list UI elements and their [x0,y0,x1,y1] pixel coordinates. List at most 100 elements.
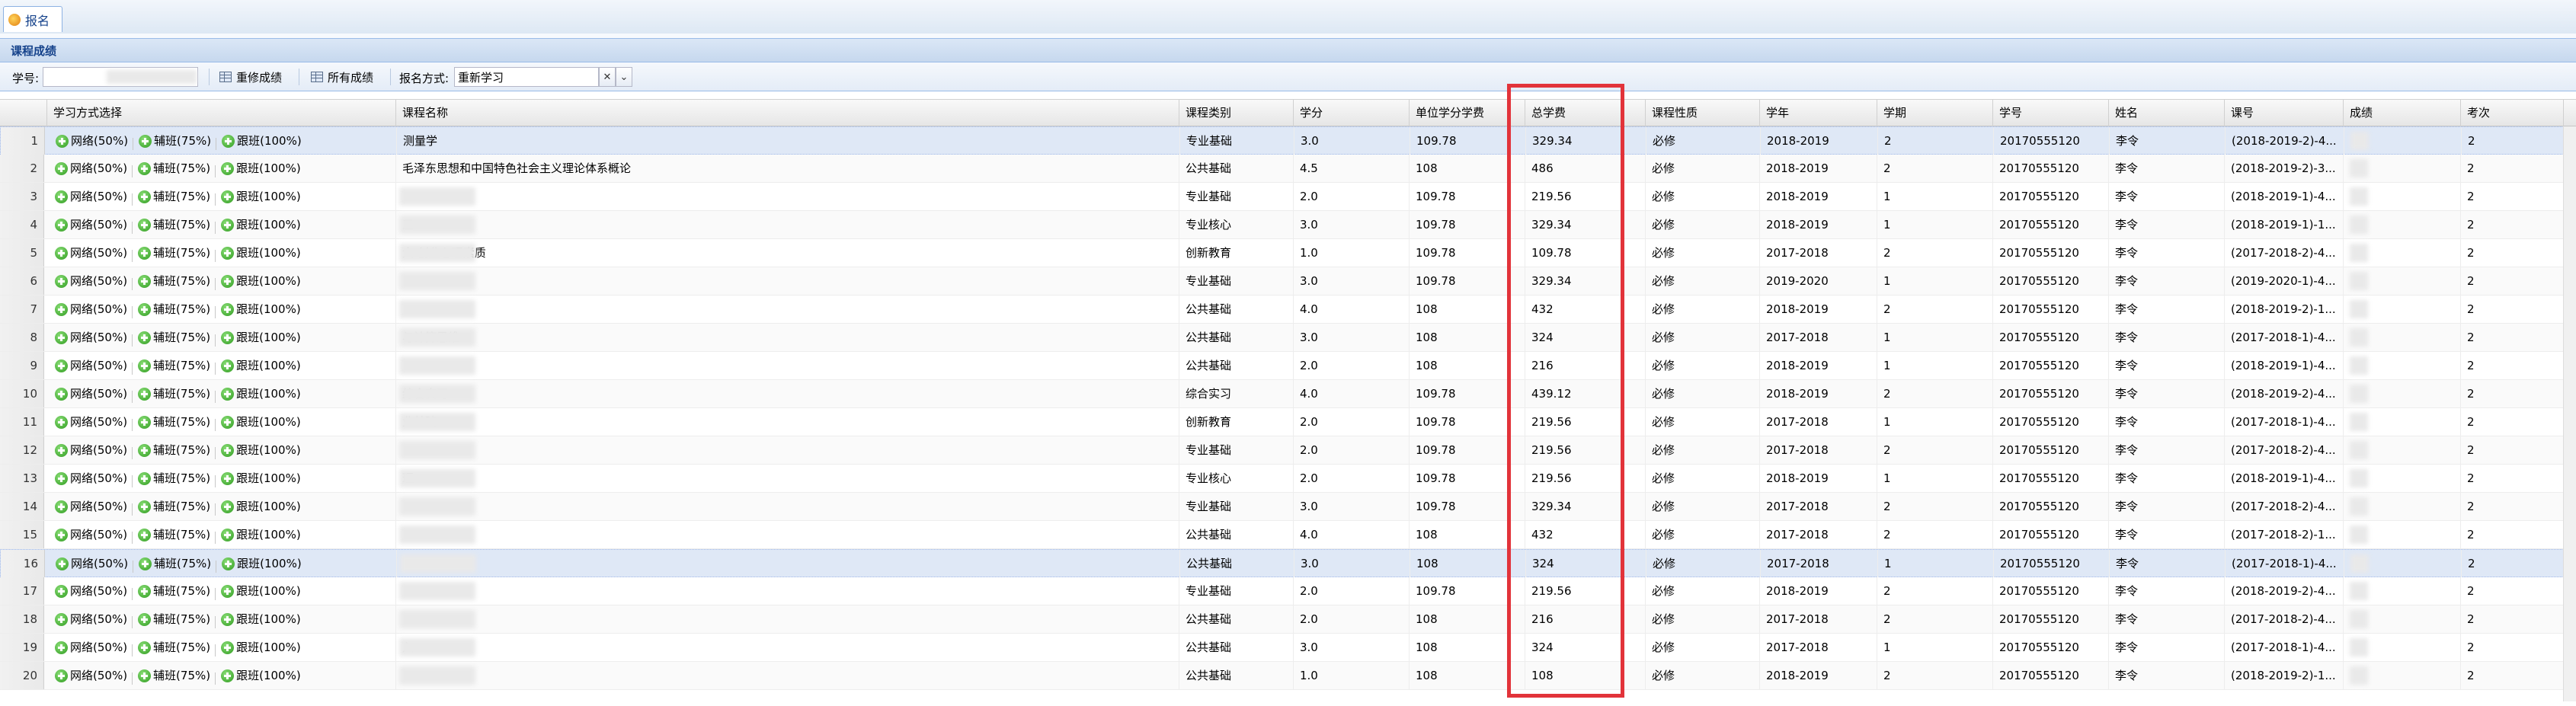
header-course-name[interactable]: 课程名称 [396,100,1179,126]
tutoring-75-button[interactable]: 辅班(75%) [138,324,210,351]
header-student-id[interactable]: 学号 [1993,100,2109,126]
tutoring-75-button[interactable]: 辅班(75%) [138,295,210,323]
table-row[interactable]: 13网络(50%)辅班(75%)跟班(100%) 理专业核心2.0109.782… [0,465,2576,493]
table-row[interactable]: 17 网络(50%) 辅班(75%) 跟班(100%) 专业基础 2.0 109.78 219… [0,577,2576,605]
online-50-button[interactable]: 网络(50%) [55,493,127,520]
full-class-100-button[interactable]: 跟班(100%) [221,211,301,238]
table-row[interactable]: 10网络(50%)辅班(75%)跟班(100%) 综合实习综合实习4.0109.… [0,380,2576,408]
full-class-100-button[interactable]: 跟班(100%) [221,634,301,661]
header-total-fee[interactable]: 总学费 [1525,100,1646,126]
online-50-button[interactable]: 网络(50%) [56,127,128,155]
tutoring-75-button[interactable]: 辅班(75%) [138,634,210,661]
tutoring-75-button[interactable]: 辅班(75%) [138,662,210,689]
full-class-100-button[interactable]: 跟班(100%) [221,521,301,548]
table-row[interactable]: 19 网络(50%) 辅班(75%) 跟班(100%) 入公共基础3.0108324必… [0,634,2576,662]
online-50-button[interactable]: 网络(50%) [55,352,127,379]
tutoring-75-button[interactable]: 辅班(75%) [138,380,210,407]
online-50-button[interactable]: 网络(50%) [55,155,127,182]
online-50-button[interactable]: 网络(50%) [55,267,127,295]
online-50-button[interactable]: 网络(50%) [55,295,127,323]
online-50-button[interactable]: 网络(50%) [55,239,127,267]
table-row[interactable]: 15 网络(50%) 辅班(75%) 跟班(100%) 公共基础 4.0 108 432 必修 2… [0,521,2576,549]
table-row[interactable]: 5网络(50%)辅班(75%)跟班(100%)大 创业心理素质创新教育1.010… [0,239,2576,267]
tutoring-75-button[interactable]: 辅班(75%) [138,155,210,182]
online-50-button[interactable]: 网络(50%) [55,605,127,633]
table-row[interactable]: 9 网络(50%) 辅班(75%) 跟班(100%) 公共基础 2.0 108 216 必修 20… [0,352,2576,380]
tutoring-75-button[interactable]: 辅班(75%) [138,183,210,210]
tutoring-75-button[interactable]: 辅班(75%) [138,267,210,295]
tutoring-75-button[interactable]: 辅班(75%) [139,550,211,577]
full-class-100-button[interactable]: 跟班(100%) [221,267,301,295]
table-row[interactable]: 11 网络(50%) 辅班(75%) 跟班(100%) 业基础创新教育2.0109.7… [0,408,2576,436]
full-class-100-button[interactable]: 跟班(100%) [221,183,301,210]
online-50-button[interactable]: 网络(50%) [55,521,127,548]
tutoring-75-button[interactable]: 辅班(75%) [138,436,210,464]
online-50-button[interactable]: 网络(50%) [55,408,127,436]
full-class-100-button[interactable]: 跟班(100%) [221,295,301,323]
full-class-100-button[interactable]: 跟班(100%) [221,605,301,633]
header-credit[interactable]: 学分 [1294,100,1410,126]
table-row[interactable]: 8 网络(50%) 辅班(75%) 跟班(100%) 与计算思维公共基础3.01083… [0,324,2576,352]
table-row[interactable]: 1 网络(50%) 辅班(75%) 跟班(100%) 测量学 专业基础 3.0 109.78 3… [0,126,2576,155]
header-study-mode[interactable]: 学习方式选择 [47,100,396,126]
full-class-100-button[interactable]: 跟班(100%) [221,324,301,351]
tutoring-75-button[interactable]: 辅班(75%) [138,577,210,605]
tutoring-75-button[interactable]: 辅班(75%) [138,605,210,633]
tab-signup[interactable]: 报名 [3,6,62,32]
table-row[interactable]: 12 网络(50%) 辅班(75%) 跟班(100%) 专业基础 2.0 109.78 219… [0,436,2576,465]
full-class-100-button[interactable]: 跟班(100%) [221,493,301,520]
header-term[interactable]: 学期 [1877,100,1993,126]
chevron-down-icon[interactable]: ⌄ [616,67,632,87]
header-attempt[interactable]: 考次 [2461,100,2564,126]
online-50-button[interactable]: 网络(50%) [55,324,127,351]
table-row[interactable]: 4 网络(50%) 辅班(75%) 跟班(100%) 三专业核心3.0109.78329… [0,211,2576,239]
table-row[interactable]: 2 网络(50%) 辅班(75%) 跟班(100%) 毛泽东思想和中国特色社会主义理论体… [0,155,2576,183]
full-class-100-button[interactable]: 跟班(100%) [222,550,302,577]
tutoring-75-button[interactable]: 辅班(75%) [138,465,210,492]
retake-grades-button[interactable]: 重修成绩 [219,67,282,87]
vertical-scrollbar[interactable] [2563,126,2576,701]
tutoring-75-button[interactable]: 辅班(75%) [138,521,210,548]
full-class-100-button[interactable]: 跟班(100%) [221,408,301,436]
full-class-100-button[interactable]: 跟班(100%) [221,352,301,379]
full-class-100-button[interactable]: 跟班(100%) [221,155,301,182]
table-row[interactable]: 14 网络(50%) 辅班(75%) 跟班(100%) 专业基础 3.0 109.78 329… [0,493,2576,521]
tutoring-75-button[interactable]: 辅班(75%) [138,408,210,436]
header-name[interactable]: 姓名 [2109,100,2225,126]
tutoring-75-button[interactable]: 辅班(75%) [138,211,210,238]
online-50-button[interactable]: 网络(50%) [55,436,127,464]
table-row[interactable]: 16 网络(50%) 辅班(75%) 跟班(100%) 公共基础 3.0 108 324 必修 2… [0,549,2576,577]
clear-icon[interactable]: ✕ [599,67,616,87]
online-50-button[interactable]: 网络(50%) [55,380,127,407]
online-50-button[interactable]: 网络(50%) [55,465,127,492]
tutoring-75-button[interactable]: 辅班(75%) [138,239,210,267]
table-row[interactable]: 7 网络(50%) 辅班(75%) 跟班(100%) 公共基础 4.0 108 432 必修 20… [0,295,2576,324]
table-row[interactable]: 20 网络(50%) 辅班(75%) 跟班(100%) 公共基础 1.0 108 108 必修 2… [0,662,2576,690]
full-class-100-button[interactable]: 跟班(100%) [221,380,301,407]
header-course-code[interactable]: 课号 [2225,100,2344,126]
online-50-button[interactable]: 网络(50%) [55,634,127,661]
online-50-button[interactable]: 网络(50%) [55,662,127,689]
table-row[interactable]: 3 网络(50%) 辅班(75%) 跟班(100%) 专业基础 2.0 109.78 219.… [0,183,2576,211]
header-course-category[interactable]: 课程类别 [1179,100,1294,126]
full-class-100-button[interactable]: 跟班(100%) [221,577,301,605]
tutoring-75-button[interactable]: 辅班(75%) [138,493,210,520]
table-row[interactable]: 6 网络(50%) 辅班(75%) 跟班(100%) 专业基础 3.0 109.78 329.… [0,267,2576,295]
header-unit-fee[interactable]: 单位学分学费 [1410,100,1525,126]
table-row[interactable]: 18 网络(50%) 辅班(75%) 跟班(100%) 公共基础 2.0 108 216 必修 2… [0,605,2576,634]
full-class-100-button[interactable]: 跟班(100%) [221,239,301,267]
tutoring-75-button[interactable]: 辅班(75%) [138,352,210,379]
tutoring-75-button[interactable]: 辅班(75%) [139,127,211,155]
full-class-100-button[interactable]: 跟班(100%) [221,662,301,689]
online-50-button[interactable]: 网络(50%) [56,550,128,577]
full-class-100-button[interactable]: 跟班(100%) [221,465,301,492]
header-academic-year[interactable]: 学年 [1760,100,1877,126]
full-class-100-button[interactable]: 跟班(100%) [222,127,302,155]
online-50-button[interactable]: 网络(50%) [55,183,127,210]
full-class-100-button[interactable]: 跟班(100%) [221,436,301,464]
all-grades-button[interactable]: 所有成绩 [311,67,373,87]
online-50-button[interactable]: 网络(50%) [55,211,127,238]
header-grade[interactable]: 成绩 [2344,100,2461,126]
online-50-button[interactable]: 网络(50%) [55,577,127,605]
signup-mode-select[interactable] [454,67,599,87]
